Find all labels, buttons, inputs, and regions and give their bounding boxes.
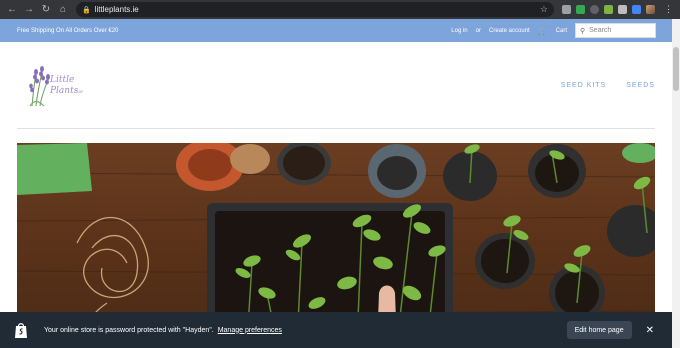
password-protection-bar: Your online store is password protected … [0,312,672,348]
extension-icon[interactable] [562,5,571,14]
create-account-link[interactable]: Create account [489,28,530,34]
search-placeholder: Search [589,27,612,34]
lock-icon: 🔒 [82,6,91,14]
edit-home-page-button[interactable]: Edit home page [566,321,632,339]
search-icon: ⚲ [580,27,586,35]
more-menu-icon[interactable]: ⋮ [664,5,673,14]
shopify-bag-icon [15,323,27,338]
manage-preferences-link[interactable]: Manage preferences [218,327,282,334]
logo-line-2-text: Plants [50,86,79,96]
logo-suffix: ie [78,89,83,95]
cart-icon[interactable]: 🛒 [538,26,548,35]
puzzle-icon[interactable] [618,5,627,14]
home-icon[interactable]: ⌂ [56,3,70,17]
avatar[interactable] [646,5,655,14]
logo-line-1: Little [50,75,75,85]
nav-item-seed-kits[interactable]: SEED KITS [561,82,607,89]
logo-text[interactable]: Little Plantsie [50,75,83,98]
close-icon[interactable]: ✕ [646,325,654,336]
browser-toolbar: ← → ↻ ⌂ 🔒 littleplants.ie ☆ ⋮ [0,0,680,19]
or-text: or [475,27,481,34]
url-text: littleplants.ie [94,5,139,14]
extension-icon[interactable] [632,5,641,14]
extensions-area: ⋮ [562,5,673,14]
address-bar[interactable]: 🔒 littleplants.ie ☆ [76,2,554,17]
header-divider [17,128,655,129]
nav-item-seeds[interactable]: SEEDS [626,82,655,89]
main-nav: SEED KITS SEEDS [561,82,655,89]
bookmark-star-icon[interactable]: ☆ [540,4,548,15]
cart-link[interactable]: Cart [556,28,567,34]
search-input[interactable]: ⚲ Search [575,23,656,38]
extension-icon[interactable] [604,5,613,14]
extension-icon[interactable] [576,5,585,14]
storefront-page: Little Plantsie SEED KITS SEEDS [0,42,672,348]
logo-line-2: Plantsie [50,86,83,98]
login-link[interactable]: Log in [451,28,467,34]
password-message: Your online store is password protected … [44,326,214,334]
reload-icon[interactable]: ↻ [39,3,53,17]
page-scrollbar[interactable] [672,19,680,348]
back-icon[interactable]: ← [5,3,19,17]
free-shipping-text: Free Shipping On All Orders Over €20 [17,27,119,34]
forward-icon[interactable]: → [22,3,36,17]
lavender-illustration [29,66,50,107]
scrollbar-thumb[interactable] [673,47,679,91]
extension-icon[interactable] [590,5,599,14]
announcement-bar: Free Shipping On All Orders Over €20 Log… [0,19,672,42]
